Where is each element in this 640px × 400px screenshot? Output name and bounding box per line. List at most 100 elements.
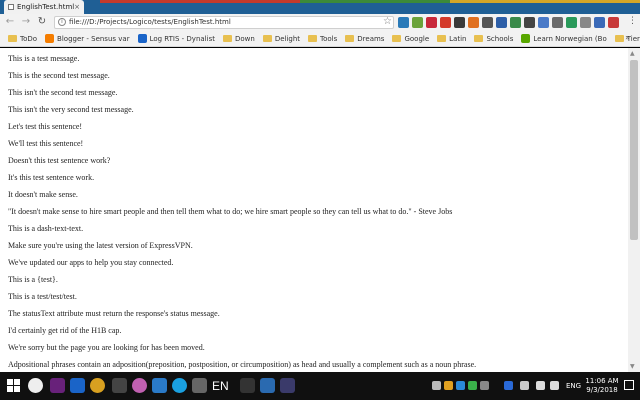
folder-icon — [345, 35, 355, 42]
message-line: We'll test this sentence! — [8, 139, 84, 148]
tab-close-icon[interactable]: × — [74, 3, 80, 11]
bookmark-label: Down — [234, 34, 255, 43]
skype-icon[interactable] — [172, 378, 187, 393]
scroll-up-arrow-icon[interactable]: ▲ — [630, 50, 635, 57]
windows-start-icon[interactable] — [7, 379, 21, 393]
wifi-icon[interactable] — [520, 381, 529, 390]
bookmark-item[interactable]: Google — [392, 35, 429, 43]
bookmark-star-icon[interactable]: ☆ — [383, 16, 392, 27]
bookmark-item[interactable]: Log RTIS - Dynalist — [137, 34, 215, 43]
window-accent-stripe — [100, 0, 300, 3]
message-line: It doesn't make sense. — [8, 190, 78, 199]
extension-icons — [398, 17, 619, 28]
duolingo-icon — [521, 34, 531, 43]
bookmark-item[interactable]: Blogger - Sensus var — [45, 34, 130, 43]
extension-icon[interactable] — [496, 17, 507, 28]
tray-icon[interactable] — [468, 381, 477, 390]
tray-icon[interactable] — [480, 381, 489, 390]
browser-tab[interactable]: EnglishTest.html × — [4, 0, 84, 14]
message-line: This is a dash-text-text. — [8, 224, 84, 233]
scroll-down-arrow-icon[interactable]: ▼ — [630, 363, 635, 370]
bookmark-item[interactable]: Latin — [437, 35, 466, 43]
github-icon[interactable] — [132, 378, 147, 393]
message-line: I'd certainly get rid of the H1B cap. — [8, 326, 122, 335]
bookmark-item[interactable]: ToDo — [8, 35, 37, 43]
tray-icon[interactable] — [456, 381, 465, 390]
folder-icon — [222, 35, 232, 42]
message-line: This isn't the very second test message. — [8, 105, 134, 114]
extension-icon[interactable] — [412, 17, 423, 28]
forward-button[interactable]: → — [20, 16, 32, 28]
notification-center-icon[interactable] — [624, 380, 634, 390]
extension-icon[interactable] — [440, 17, 451, 28]
message-line: This isn't the second test message. — [8, 88, 118, 97]
bookmark-label: ToDo — [20, 34, 38, 43]
bluetooth-icon[interactable] — [504, 381, 513, 390]
site-info-icon[interactable]: i — [58, 18, 66, 26]
tray-language[interactable]: ENG — [566, 382, 581, 390]
app-icon[interactable] — [112, 378, 127, 393]
bookmark-label: Latin — [449, 34, 467, 43]
extension-icon[interactable] — [398, 17, 409, 28]
chrome-icon[interactable] — [90, 378, 105, 393]
app-icon[interactable] — [240, 378, 255, 393]
bookmark-label: Blogger - Sensus var — [57, 34, 130, 43]
browser-toolbar: ← → ↻ file:///D:/Projects/Logico/tests/E… — [0, 14, 640, 31]
reload-button[interactable]: ↻ — [36, 16, 48, 28]
page-file-icon — [8, 4, 14, 10]
extension-icon[interactable] — [524, 17, 535, 28]
extension-icon[interactable] — [538, 17, 549, 28]
language-indicator[interactable]: EN — [212, 379, 229, 393]
battery-icon[interactable] — [536, 381, 545, 390]
bookmark-item[interactable]: Learn Norwegian (Bo — [521, 34, 607, 43]
taskbar-clock[interactable]: 11:06 AM 9/3/2018 — [584, 377, 620, 395]
address-bar[interactable]: file:///D:/Projects/Logico/tests/English… — [54, 16, 394, 29]
tray-icon[interactable] — [432, 381, 441, 390]
extension-icon[interactable] — [454, 17, 465, 28]
dynalist-icon — [137, 34, 147, 43]
extension-icon[interactable] — [580, 17, 591, 28]
app-icon[interactable] — [28, 378, 43, 393]
bookmarks-bar: ToDo Blogger - Sensus var Log RTIS - Dynal… — [0, 31, 640, 47]
extension-icon[interactable] — [594, 17, 605, 28]
message-line: Let's test this sentence! — [8, 122, 83, 131]
bookmark-label: Schools — [486, 34, 514, 43]
bookmark-item[interactable]: Schools — [474, 35, 513, 43]
bookmark-item[interactable]: Dreams — [345, 35, 384, 43]
extension-icon[interactable] — [608, 17, 619, 28]
vertical-scrollbar[interactable]: ▲ ▼ — [628, 48, 640, 372]
bookmark-item[interactable]: Delight — [262, 35, 300, 43]
window-accent-stripe — [450, 0, 640, 3]
tray-icon[interactable] — [444, 381, 453, 390]
extension-icon[interactable] — [426, 17, 437, 28]
app-icon[interactable] — [280, 378, 295, 393]
windows-taskbar: EN ENG 11:06 AM 9/3/2018 — [0, 372, 640, 400]
bookmark-label: Tools — [320, 34, 338, 43]
extension-icon[interactable] — [468, 17, 479, 28]
folder-icon — [392, 35, 402, 42]
app-icon[interactable] — [260, 378, 275, 393]
scrollbar-thumb[interactable] — [630, 60, 638, 240]
tab-title: EnglishTest.html — [17, 3, 75, 11]
extension-icon[interactable] — [566, 17, 577, 28]
message-line: This is a {test}. — [8, 275, 58, 284]
dynalist-icon[interactable] — [70, 378, 85, 393]
bookmark-item[interactable]: Down — [222, 34, 255, 43]
vscode-icon[interactable] — [152, 378, 167, 393]
folder-icon — [474, 35, 484, 42]
volume-icon[interactable] — [550, 381, 559, 390]
extension-icon[interactable] — [482, 17, 493, 28]
visual-studio-icon[interactable] — [50, 378, 65, 393]
browser-menu-icon[interactable]: ⋮ — [628, 16, 637, 26]
extension-icon[interactable] — [510, 17, 521, 28]
message-line: It's this test sentence work. — [8, 173, 95, 182]
extension-icon[interactable] — [552, 17, 563, 28]
bookmarks-overflow-icon[interactable]: » — [625, 33, 630, 42]
folder-icon — [262, 35, 272, 42]
app-icon[interactable] — [192, 378, 207, 393]
message-line: Doesn't this test sentence work? — [8, 156, 111, 165]
back-button[interactable]: ← — [4, 16, 16, 28]
bookmark-item[interactable]: Tools — [308, 35, 337, 43]
message-line: "It doesn't make sense to hire smart peo… — [8, 207, 453, 216]
blogger-icon — [45, 34, 55, 43]
